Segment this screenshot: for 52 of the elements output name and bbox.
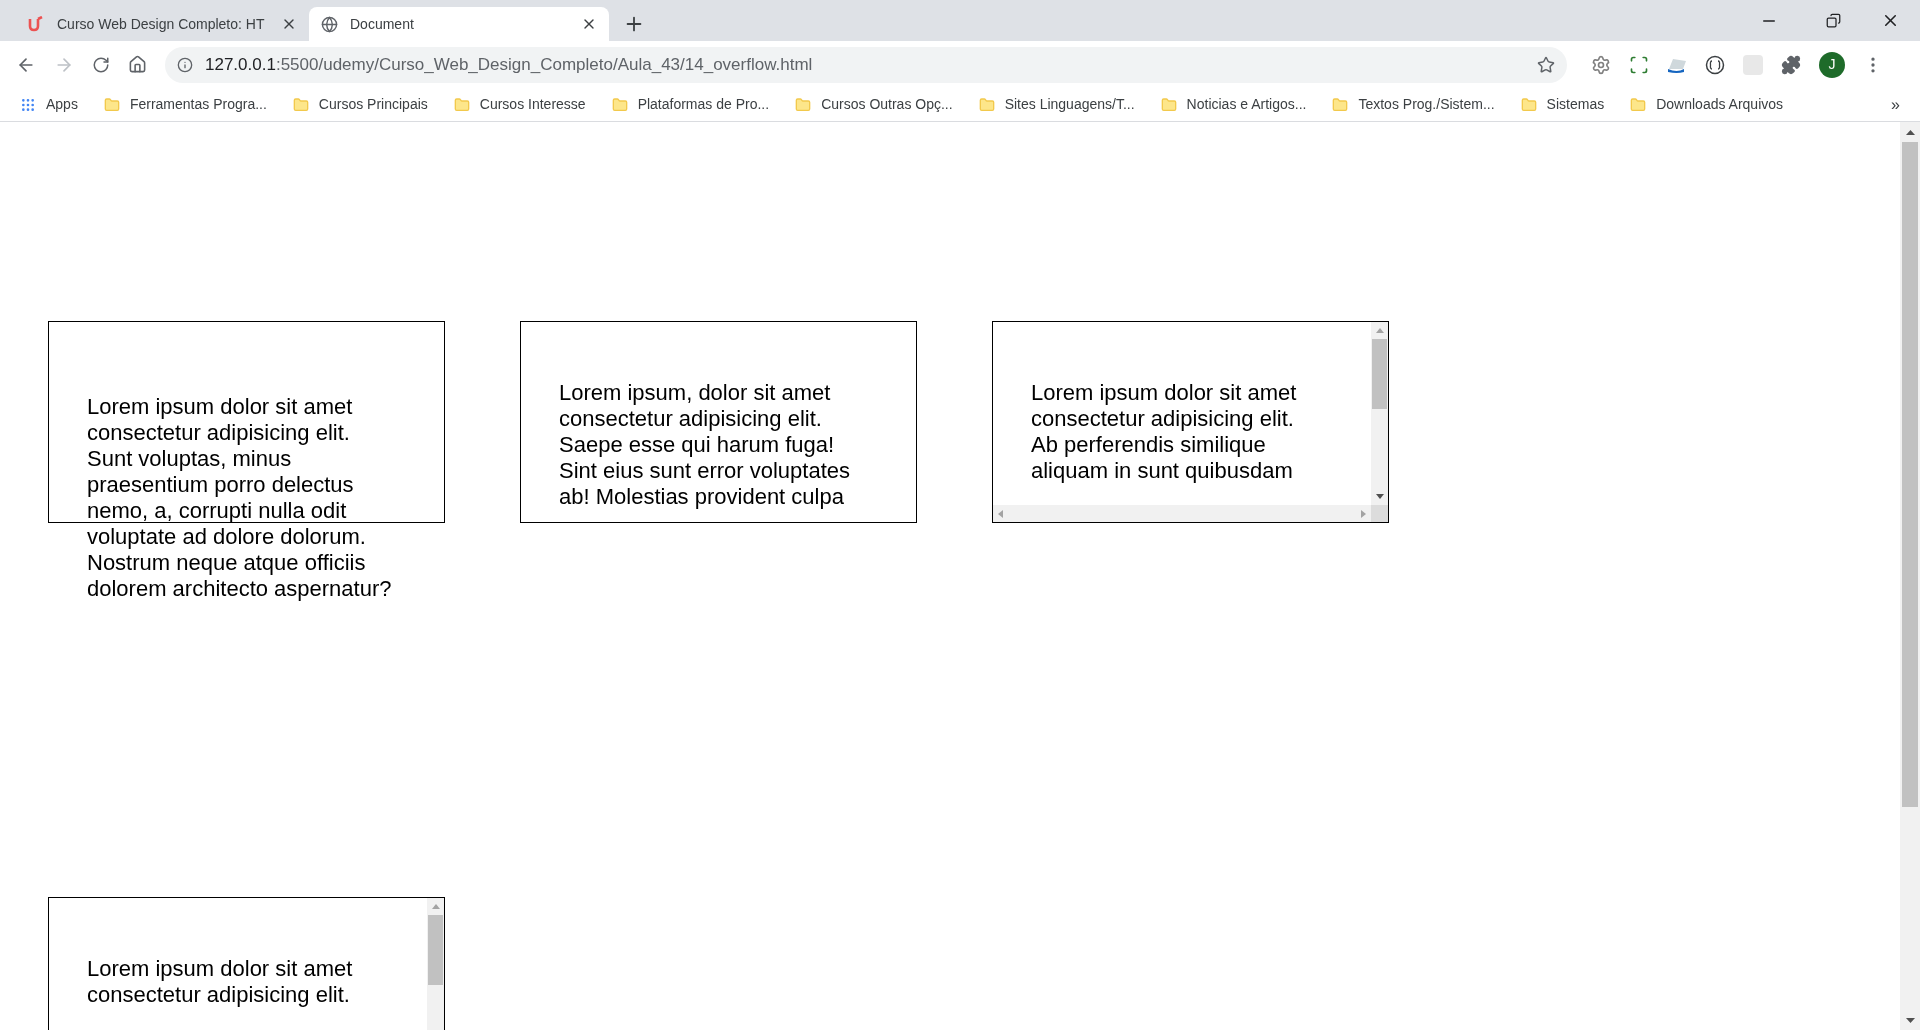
udemy-logo-icon	[27, 16, 45, 32]
bookmark-folder[interactable]: Sistemas	[1520, 94, 1605, 115]
folder-icon	[1160, 96, 1177, 113]
bookmark-folder[interactable]: Cursos Principais	[292, 94, 428, 115]
scrollbar-corner	[1371, 505, 1388, 522]
bookmark-folder[interactable]: Plataformas de Pro...	[611, 94, 770, 115]
down-caret-icon[interactable]	[1905, 1017, 1915, 1023]
folder-icon	[795, 96, 812, 113]
folder-icon	[292, 96, 309, 113]
up-caret-icon[interactable]	[1905, 129, 1915, 135]
screen-capture-icon[interactable]	[1629, 54, 1649, 75]
folder-icon	[1520, 96, 1537, 113]
folder-icon	[103, 96, 120, 113]
page-scrollbar[interactable]	[1900, 122, 1920, 1030]
book-icon[interactable]	[1667, 56, 1687, 73]
folder-icon	[453, 96, 470, 113]
bookmark-folder[interactable]: Ferramentas Progra...	[103, 94, 267, 115]
lorem-paragraph: Lorem ipsum dolor sit amet consectetur adipisicing elit. Ab perferendis similique aliquam in sunt quibusdam	[1031, 380, 1298, 484]
tab-title: Curso Web Design Completo: HT	[57, 14, 266, 34]
extensions-icon[interactable]	[1781, 54, 1801, 75]
bookmark-folder[interactable]: Textos Prog./Sistem...	[1332, 94, 1495, 115]
profile-avatar[interactable]: J	[1819, 51, 1845, 78]
lorem-paragraph: Lorem ipsum, dolor sit amet consectetur adipisicing elit. Saepe esse qui harum fuga! Sint eius sunt error voluptates ab! Molestias provident culpa	[559, 380, 852, 510]
browser-tab[interactable]: Document	[309, 7, 609, 41]
folder-icon	[1630, 96, 1647, 113]
home-icon[interactable]	[128, 55, 147, 74]
folder-icon	[1332, 96, 1349, 113]
folder-icon	[611, 96, 628, 113]
apps-grid-icon	[20, 96, 36, 113]
info-icon[interactable]	[177, 56, 193, 73]
lorem-paragraph: Lorem ipsum dolor sit amet consectetur adipisicing elit. Sunt voluptas, minus praesentium porro delectus nemo, a, corrupti nulla odit voluptate ad dolore dolorum. Nostrum neque atque officiis dolorem architecto aspernatur?	[87, 394, 393, 602]
bookmark-folder[interactable]: Sites Linguagens/T...	[978, 94, 1135, 115]
more-bookmarks-chevron[interactable]: »	[1891, 92, 1900, 117]
tab-title: Document	[350, 14, 415, 34]
bookmark-folder[interactable]: Downloads Arquivos	[1630, 94, 1784, 115]
star-icon[interactable]	[1537, 55, 1555, 74]
down-caret-icon[interactable]	[1375, 494, 1384, 499]
bookmark-folder[interactable]: Cursos Interesse	[453, 94, 586, 115]
restore-icon[interactable]	[1826, 13, 1841, 28]
gear-icon[interactable]	[1591, 54, 1611, 75]
address-bar[interactable]: 127.0.0.1:5500/udemy/Curso_Web_Design_Completo/Aula_43/14_overflow.html	[165, 46, 1567, 83]
apps-bookmark[interactable]: Apps	[20, 94, 78, 115]
browser-tab[interactable]: Curso Web Design Completo: HT	[15, 7, 309, 41]
bookmark-folder[interactable]: Noticias e Artigos...	[1160, 94, 1307, 115]
lorem-paragraph: Lorem ipsum dolor sit amet consectetur adipisicing elit.	[87, 956, 354, 1008]
vertical-scrollbar[interactable]	[1371, 322, 1388, 505]
folder-icon	[978, 96, 995, 113]
reload-icon[interactable]	[92, 55, 110, 74]
url-text: 127.0.0.1:5500/udemy/Curso_Web_Design_Completo/Aula_43/14_overflow.html	[205, 53, 813, 76]
bookmark-folder[interactable]: Cursos Outras Opç...	[795, 94, 953, 115]
globe-icon	[321, 15, 338, 33]
braces-circle-icon[interactable]	[1705, 54, 1725, 75]
